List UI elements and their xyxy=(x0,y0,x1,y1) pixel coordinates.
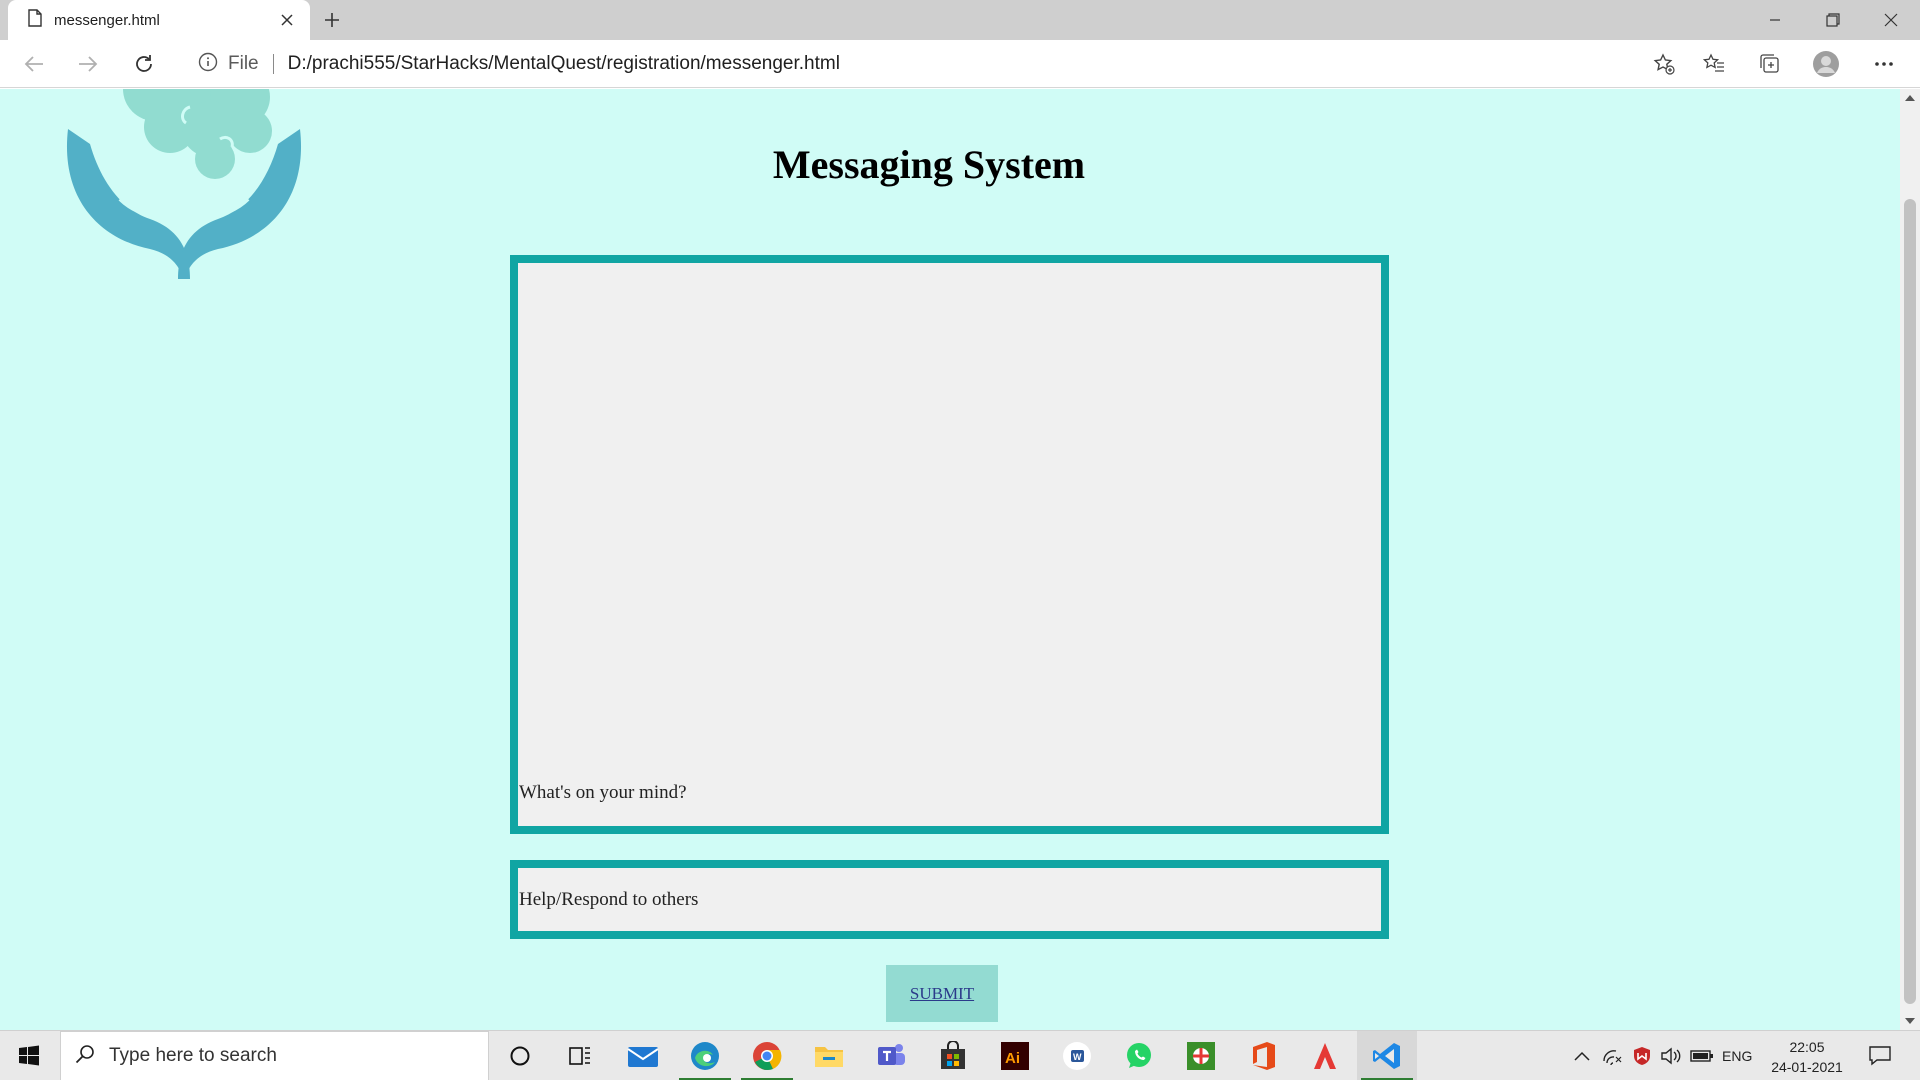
close-window-icon[interactable] xyxy=(1862,0,1920,40)
scrollbar-thumb[interactable] xyxy=(1904,199,1916,1004)
new-tab-button[interactable] xyxy=(318,6,346,34)
message-placeholder: What's on your mind? xyxy=(519,782,687,803)
clock-date: 24-01-2021 xyxy=(1771,1059,1843,1075)
search-placeholder: Type here to search xyxy=(109,1045,277,1066)
divider xyxy=(272,54,274,74)
app-icon[interactable] xyxy=(1171,1031,1231,1080)
office-icon[interactable] xyxy=(1233,1031,1293,1080)
minimize-icon[interactable] xyxy=(1746,0,1804,40)
chrome-icon[interactable] xyxy=(737,1031,797,1080)
file-protocol-label: File xyxy=(228,53,259,74)
forward-arrow-icon[interactable] xyxy=(70,48,106,80)
word-icon[interactable]: W xyxy=(1047,1031,1107,1080)
system-clock[interactable]: 22:05 24-01-2021 xyxy=(1762,1037,1852,1077)
restore-icon[interactable] xyxy=(1804,0,1862,40)
clock-time: 22:05 xyxy=(1789,1039,1825,1055)
store-icon[interactable] xyxy=(923,1031,983,1080)
profile-avatar-icon[interactable] xyxy=(1808,48,1844,80)
window-controls xyxy=(1746,0,1920,40)
address-bar[interactable]: File D:/prachi555/StarHacks/MentalQuest/… xyxy=(180,45,1682,83)
address-toolbar: File D:/prachi555/StarHacks/MentalQuest/… xyxy=(0,40,1920,88)
mcafee-shield-icon[interactable] xyxy=(1628,1031,1656,1080)
svg-text:W: W xyxy=(1073,1052,1082,1062)
help-placeholder: Help/Respond to others xyxy=(519,888,699,910)
language-indicator[interactable]: ENG xyxy=(1722,1031,1752,1080)
windows-start-icon[interactable] xyxy=(0,1031,58,1080)
illustrator-icon[interactable]: Ai xyxy=(985,1031,1045,1080)
mail-icon[interactable] xyxy=(613,1031,673,1080)
message-textarea[interactable]: What's on your mind? xyxy=(510,255,1389,834)
tab-title: messenger.html xyxy=(54,11,160,29)
svg-text:Ai: Ai xyxy=(1005,1050,1020,1067)
help-respond-input[interactable]: Help/Respond to others xyxy=(510,860,1389,939)
browser-tab[interactable]: messenger.html xyxy=(8,0,310,40)
vertical-scrollbar[interactable] xyxy=(1900,89,1920,1030)
scroll-down-arrow-icon[interactable] xyxy=(1900,1012,1920,1030)
page-viewport: Messaging System What's on your mind? He… xyxy=(0,89,1900,1030)
vscode-icon[interactable] xyxy=(1357,1031,1417,1080)
network-icon[interactable] xyxy=(1598,1031,1626,1080)
battery-icon[interactable] xyxy=(1688,1031,1716,1080)
whatsapp-icon[interactable] xyxy=(1109,1031,1169,1080)
collections-icon[interactable] xyxy=(1752,48,1788,80)
volume-icon[interactable] xyxy=(1658,1031,1686,1080)
back-arrow-icon[interactable] xyxy=(16,48,52,80)
edge-icon[interactable] xyxy=(675,1031,735,1080)
cortana-icon[interactable] xyxy=(490,1031,550,1080)
submit-button[interactable]: SUBMIT xyxy=(886,965,998,1022)
task-view-icon[interactable] xyxy=(550,1031,610,1080)
file-explorer-icon[interactable] xyxy=(799,1031,859,1080)
close-tab-icon[interactable] xyxy=(276,9,298,31)
acrobat-icon[interactable] xyxy=(1295,1031,1355,1080)
taskbar-search-input[interactable]: Type here to search xyxy=(60,1031,489,1080)
scroll-up-arrow-icon[interactable] xyxy=(1900,89,1920,107)
url-text[interactable]: D:/prachi555/StarHacks/MentalQuest/regis… xyxy=(288,53,840,75)
tab-strip: messenger.html xyxy=(0,0,1920,40)
teams-icon[interactable] xyxy=(861,1031,921,1080)
info-icon[interactable] xyxy=(198,52,218,77)
more-options-icon[interactable] xyxy=(1866,48,1902,80)
refresh-icon[interactable] xyxy=(126,48,162,80)
notifications-icon[interactable] xyxy=(1860,1031,1900,1080)
show-hidden-icons-icon[interactable] xyxy=(1568,1031,1596,1080)
add-favorite-icon[interactable] xyxy=(1646,48,1682,80)
favorites-icon[interactable] xyxy=(1696,48,1732,80)
file-icon xyxy=(28,8,42,32)
search-icon xyxy=(75,1044,95,1069)
windows-taskbar: Type here to search Ai W ENG 22:05 24-01… xyxy=(0,1030,1920,1080)
page-title: Messaging System xyxy=(772,142,1086,187)
